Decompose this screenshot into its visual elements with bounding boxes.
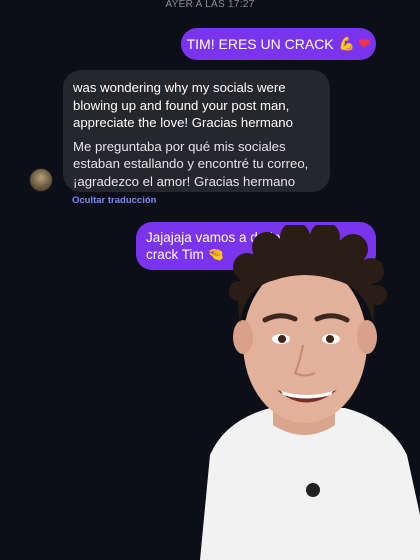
translated-message-text: Me preguntaba por qué mis sociales estab… [73, 138, 309, 189]
sender-avatar[interactable] [29, 168, 53, 192]
chat-screen: AYER A LAS 17:27 TIM! ERES UN CRACK 💪 ❤ … [0, 0, 420, 560]
received-message-bubble[interactable]: was wondering why my socials were blowin… [63, 70, 330, 192]
sent-message-bubble[interactable]: TIM! ERES UN CRACK 💪 ❤ [181, 28, 376, 60]
flexed-biceps-icon: 💪 [338, 36, 355, 51]
sent-message-text: TIM! ERES UN CRACK [186, 36, 334, 52]
creator-overlay-image [200, 225, 420, 560]
hide-translation-link[interactable]: Ocultar traducción [72, 195, 156, 206]
red-heart-icon: ❤ [357, 36, 371, 53]
message-timestamp: AYER A LAS 17:27 [165, 0, 255, 10]
received-message-text: was wondering why my socials were blowin… [73, 80, 293, 130]
